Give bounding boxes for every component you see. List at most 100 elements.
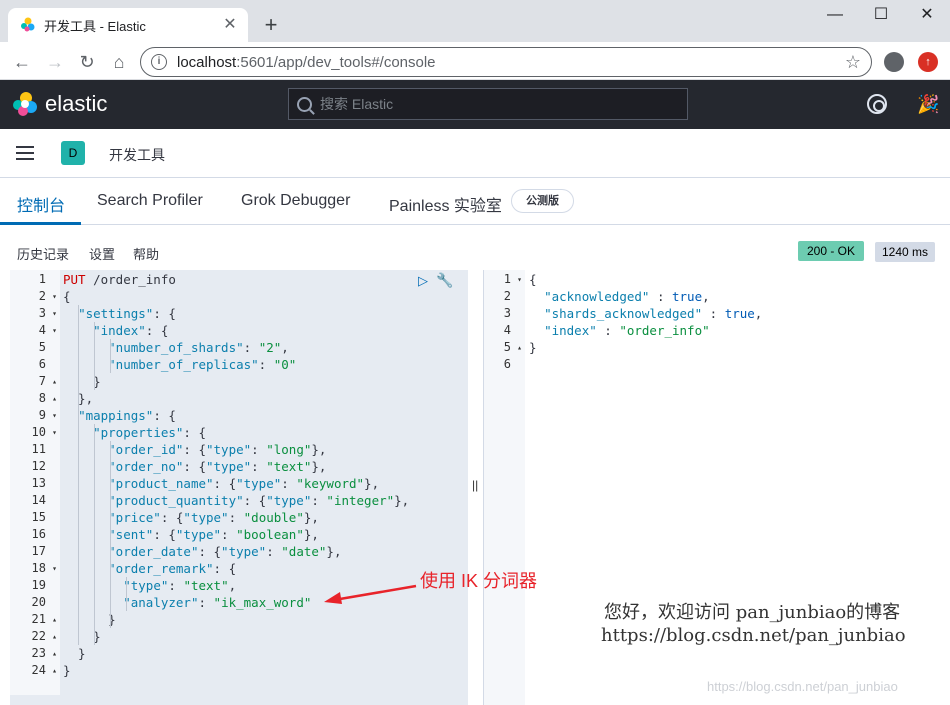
tab-close-icon[interactable]: ✕ [220, 15, 240, 35]
code-line: "type": "text", [123, 578, 237, 593]
back-icon[interactable]: ← [8, 48, 36, 76]
help-link[interactable]: 帮助 [133, 244, 159, 263]
line-number: 12 [31, 459, 46, 473]
indent-guide [94, 424, 95, 645]
help-icon[interactable] [867, 94, 887, 114]
settings-link[interactable]: 设置 [89, 244, 115, 263]
duration-badge: 1240 ms [875, 242, 936, 262]
tab-grok-debugger[interactable]: Grok Debugger [241, 192, 350, 210]
line-number: 19 [31, 578, 46, 592]
annotation-text: 使用 IK 分词器 [420, 571, 538, 591]
code-line: } [529, 340, 537, 355]
forward-icon[interactable]: → [41, 48, 69, 76]
fold-toggle-icon[interactable]: ▴ [517, 339, 522, 356]
kibana-header: elastic 搜索 Elastic 🎉 [0, 80, 950, 129]
fold-toggle-icon[interactable]: ▾ [52, 424, 57, 441]
code-line: "product_quantity": {"type": "integer"}, [108, 493, 410, 508]
close-icon[interactable]: ✕ [904, 0, 950, 30]
fold-toggle-icon[interactable]: ▴ [52, 662, 57, 679]
breadcrumb-bar: D 开发工具 [0, 129, 950, 178]
fold-toggle-icon[interactable]: ▴ [52, 628, 57, 645]
line-number: 16 [31, 527, 46, 541]
fold-toggle-icon[interactable]: ▾ [52, 560, 57, 577]
browser-tab[interactable]: 开发工具 - Elastic ✕ [8, 8, 248, 42]
devtools-tabs: 控制台 Search Profiler Grok Debugger Painle… [0, 178, 950, 225]
line-number: 8 ▴ [38, 390, 57, 407]
line-number: 3 ▾ [38, 305, 57, 322]
line-number: 22 ▴ [31, 628, 57, 645]
status-badge: 200 - OK [798, 241, 865, 261]
minimize-icon[interactable]: — [812, 0, 858, 30]
fold-toggle-icon[interactable]: ▴ [52, 390, 57, 407]
indent-guide [110, 441, 111, 628]
indent-guide [110, 339, 111, 373]
code-line: "shards_acknowledged" : true, [544, 306, 763, 321]
line-number: 4 [503, 323, 511, 337]
tab-console[interactable]: 控制台 [17, 192, 65, 216]
tab-search-profiler[interactable]: Search Profiler [97, 192, 203, 210]
line-number: 24 ▴ [31, 662, 57, 679]
menu-icon[interactable] [16, 146, 34, 160]
code-line: PUT /order_info [63, 272, 176, 287]
fold-toggle-icon[interactable]: ▴ [52, 373, 57, 390]
line-number: 20 [31, 595, 46, 609]
fold-toggle-icon[interactable]: ▾ [52, 407, 57, 424]
code-line: "analyzer": "ik_max_word" [123, 595, 312, 610]
history-link[interactable]: 历史记录 [17, 244, 69, 263]
breadcrumb: 开发工具 [109, 147, 165, 163]
address-bar[interactable]: i localhost:5601/app/dev_tools#/console … [140, 47, 872, 77]
browser-tab-strip: 开发工具 - Elastic ✕ + — ☐ ✕ [0, 0, 950, 42]
maximize-icon[interactable]: ☐ [858, 0, 904, 30]
annotation-arrow-icon [324, 584, 417, 604]
new-tab-button[interactable]: + [258, 12, 284, 38]
line-number: 6 [503, 357, 511, 371]
search-placeholder: 搜索 Elastic [320, 96, 394, 112]
line-number: 4 ▾ [38, 322, 57, 339]
elastic-logo-icon[interactable] [12, 91, 38, 117]
reload-icon[interactable]: ↻ [73, 48, 101, 76]
global-search-input[interactable]: 搜索 Elastic [288, 88, 688, 120]
fold-toggle-icon[interactable]: ▾ [52, 288, 57, 305]
code-line: "price": {"type": "double"}, [108, 510, 319, 525]
fold-toggle-icon[interactable]: ▾ [52, 322, 57, 339]
fold-toggle-icon[interactable]: ▴ [52, 611, 57, 628]
home-icon[interactable]: ⌂ [105, 48, 133, 76]
line-number: 6 [38, 357, 46, 371]
send-request-icon[interactable]: ▷ [418, 273, 428, 289]
beta-badge: 公测版 [511, 189, 574, 213]
tab-painless-lab[interactable]: Painless 实验室 [389, 192, 502, 216]
space-avatar[interactable]: D [61, 141, 85, 165]
watermark-url: https://blog.csdn.net/pan_junbiao [601, 625, 906, 646]
code-line: "sent": {"type": "boolean"}, [108, 527, 319, 542]
line-number: 7 ▴ [38, 373, 57, 390]
line-number: 1 ▾ [503, 271, 522, 288]
brand-name[interactable]: elastic [45, 91, 107, 117]
line-number: 18 ▾ [31, 560, 57, 577]
request-editor[interactable]: 1 PUT /order_info 2 ▾{3 ▾ "settings": {4 ▾ "i… [10, 270, 468, 705]
address-toolbar: ← → ↻ ⌂ i localhost:5601/app/dev_tools#/… [0, 42, 950, 80]
bookmark-star-icon[interactable]: ☆ [845, 52, 861, 73]
newsfeed-icon[interactable]: 🎉 [917, 94, 939, 115]
site-info-icon[interactable]: i [151, 54, 167, 70]
line-number: 1 [38, 272, 46, 286]
code-line: { [63, 289, 71, 304]
watermark-csdn: https://blog.csdn.net/pan_junbiao [707, 679, 898, 694]
fold-toggle-icon[interactable]: ▾ [52, 305, 57, 322]
code-line: "order_id": {"type": "long"}, [108, 442, 327, 457]
fold-toggle-icon[interactable]: ▴ [52, 645, 57, 662]
account-avatar-icon[interactable] [884, 52, 904, 72]
code-line: "order_remark": { [108, 561, 237, 576]
line-number: 5 ▴ [503, 339, 522, 356]
code-line: "settings": { [78, 306, 176, 321]
code-line: "order_no": {"type": "text"}, [108, 459, 327, 474]
watermark-greeting: 您好，欢迎访问 pan_junbiao的博客 [604, 602, 901, 623]
code-line: } [63, 663, 71, 678]
wrench-icon[interactable]: 🔧 [436, 272, 453, 289]
fold-toggle-icon[interactable]: ▾ [517, 271, 522, 288]
line-number: 21 ▴ [31, 611, 57, 628]
extension-icon[interactable]: ↑ [918, 52, 938, 72]
line-number: 15 [31, 510, 46, 524]
pane-resizer-icon[interactable]: || [472, 478, 478, 492]
console-toolbar: 历史记录 设置 帮助 200 - OK 1240 ms [0, 225, 950, 268]
line-number: 2 [503, 289, 511, 303]
